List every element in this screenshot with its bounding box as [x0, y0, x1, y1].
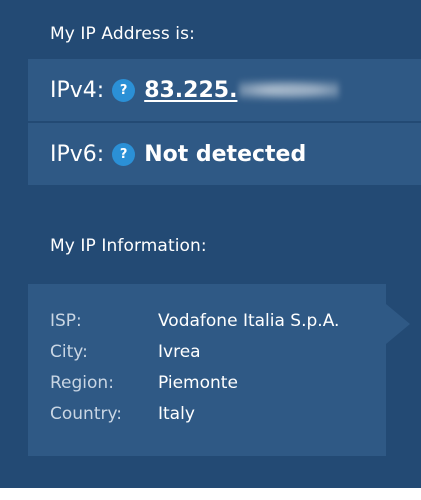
info-key: Country:: [50, 404, 123, 424]
info-heading: My IP Information:: [50, 236, 207, 256]
info-value: Piemonte: [158, 373, 238, 393]
address-heading: My IP Address is:: [50, 24, 195, 44]
info-value: Italy: [158, 404, 195, 424]
ipv6-row: IPv6: ? Not detected: [28, 123, 421, 185]
ipv4-label: IPv4:: [50, 77, 105, 103]
info-key: Region:: [50, 373, 114, 393]
ipv4-row: IPv4: ? 83.225.: [28, 59, 421, 121]
ipv6-value: Not detected: [144, 141, 307, 167]
ip-info-panel: My IP Address is: IPv4: ? 83.225. IPv6: …: [0, 0, 421, 488]
ipv4-value[interactable]: 83.225.: [144, 78, 237, 103]
ipv6-label: IPv6:: [50, 141, 105, 167]
info-card: [28, 284, 386, 456]
info-value: Vodafone Italia S.p.A.: [158, 311, 340, 331]
info-key: ISP:: [50, 311, 82, 331]
arrow-right-icon: [386, 304, 410, 344]
info-key: City:: [50, 342, 88, 362]
info-value: Ivrea: [158, 342, 201, 362]
ipv6-help-icon[interactable]: ?: [112, 142, 136, 166]
ipv4-redacted-blur: [239, 78, 340, 102]
ipv4-help-icon[interactable]: ?: [112, 78, 136, 102]
